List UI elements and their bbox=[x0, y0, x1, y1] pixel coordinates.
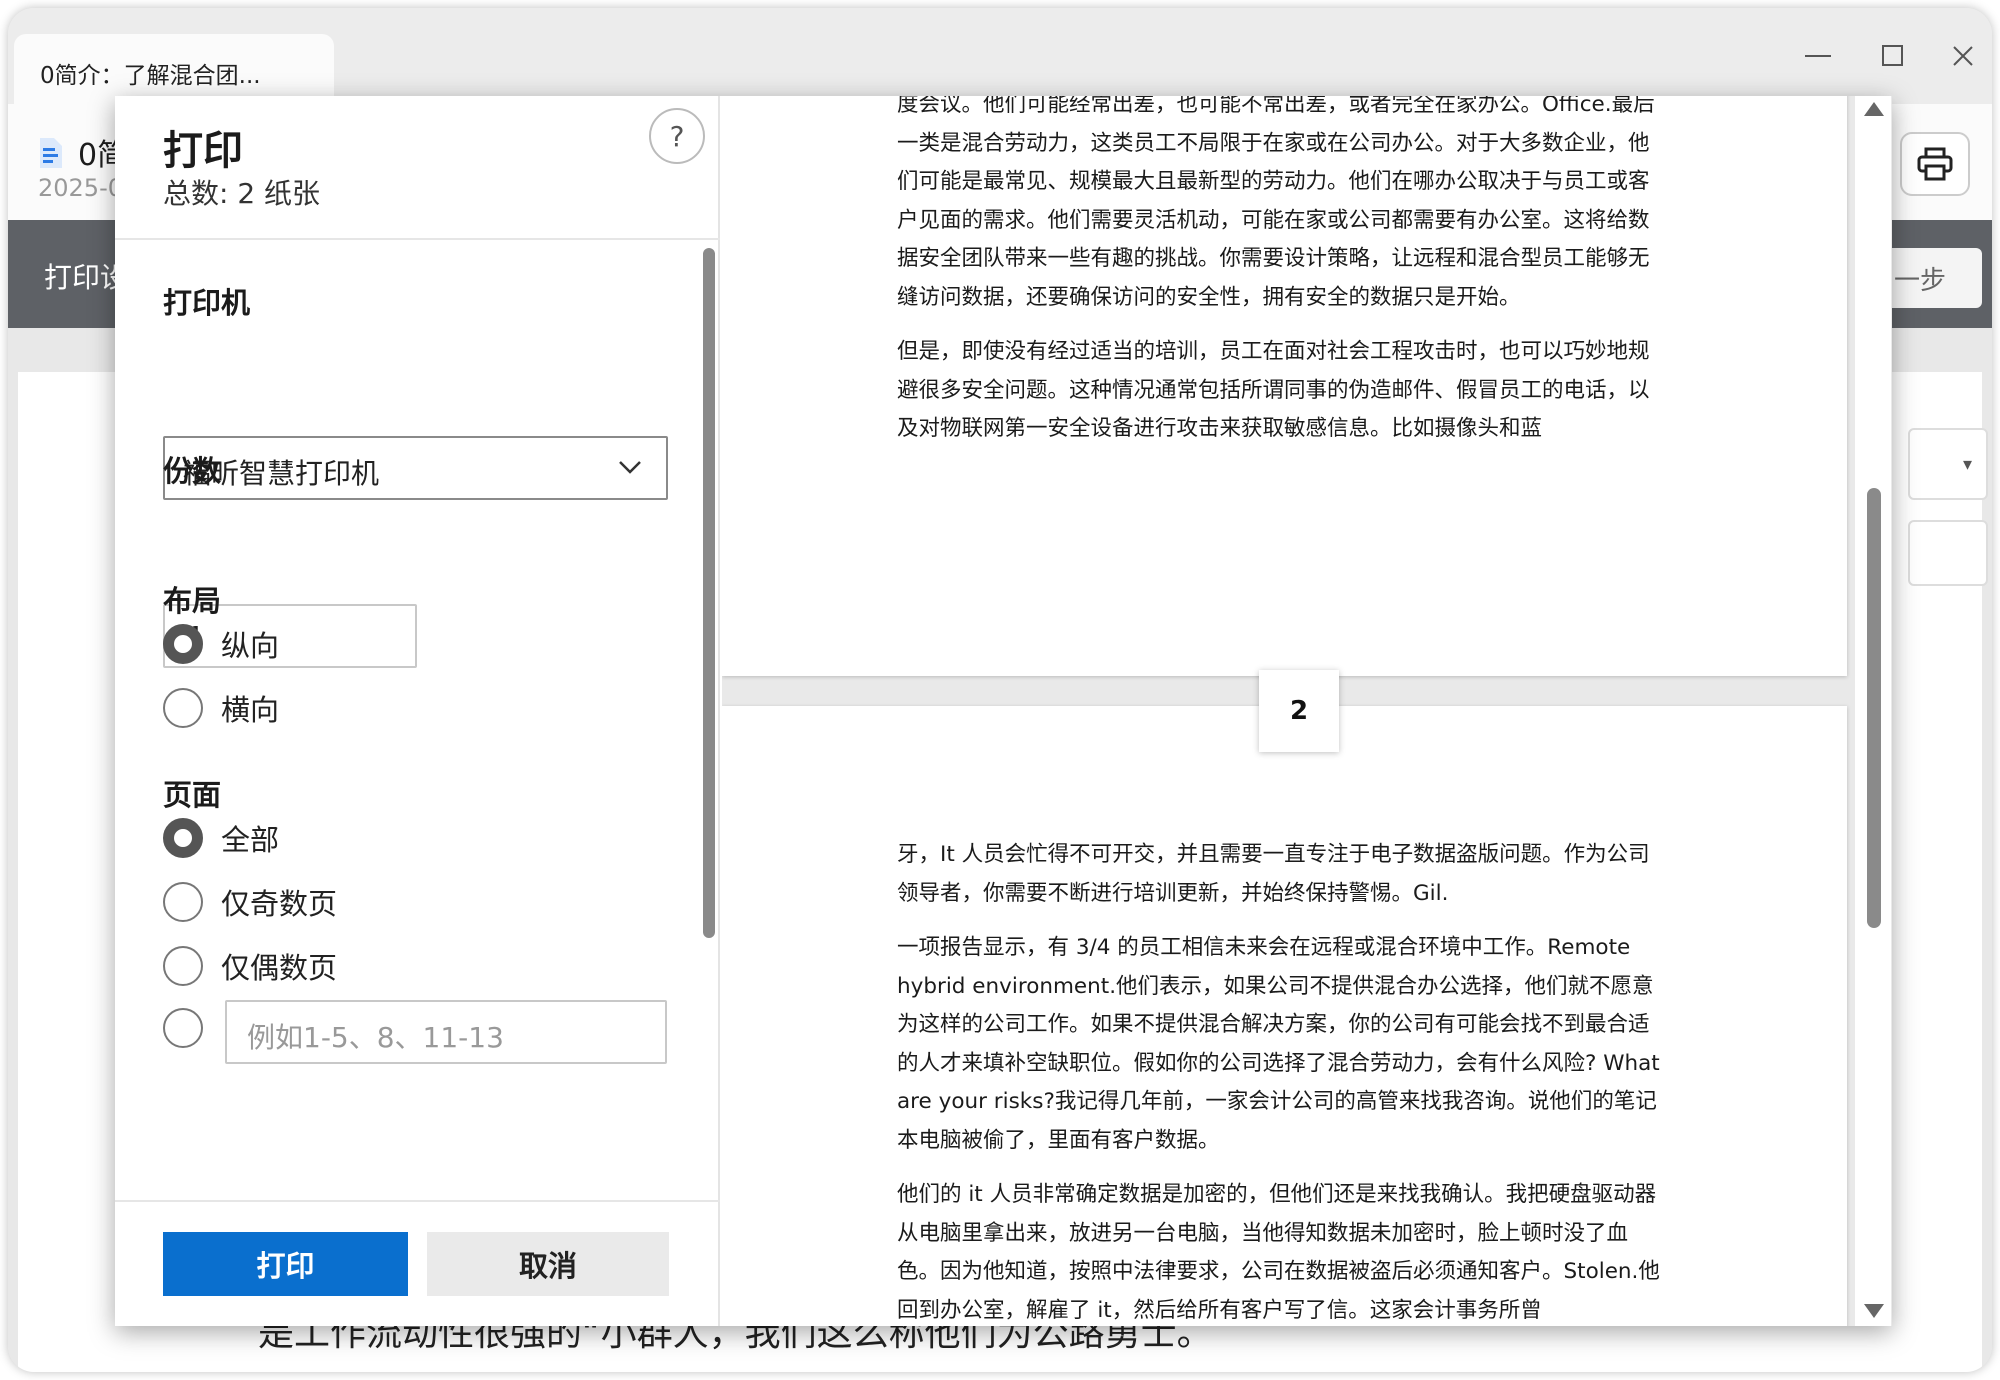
settings-scrollbar[interactable] bbox=[703, 248, 715, 938]
paragraph: 但是，即使没有经过适当的培训，员工在面对社会工程攻击时，也可以巧妙地规避很多安全… bbox=[897, 339, 1650, 441]
tab-strip: 0简介：了解混合团... bbox=[8, 8, 1992, 104]
background-input[interactable] bbox=[1908, 520, 1988, 586]
pages-custom-option[interactable] bbox=[163, 1006, 203, 1050]
printer-select[interactable]: 福昕智慧打印机 bbox=[163, 436, 668, 500]
paragraph: 他们的 it 人员非常确定数据是加密的，但他们还是来找我确认。我把硬盘驱动器从电… bbox=[897, 1182, 1660, 1323]
chevron-down-icon bbox=[619, 461, 641, 474]
radio-label: 纵向 bbox=[221, 629, 280, 663]
radio-label: 全部 bbox=[221, 823, 280, 857]
radio-button[interactable] bbox=[163, 946, 203, 986]
footer-divider bbox=[115, 1200, 720, 1202]
radio-button[interactable] bbox=[163, 624, 203, 664]
radio-button[interactable] bbox=[163, 1008, 203, 1048]
page-text: 牙，It 人员会忙得不可开交，并且需要一直专注于电子数据盗版问题。作为公司领导者… bbox=[897, 836, 1667, 1326]
radio-button[interactable] bbox=[163, 688, 203, 728]
minimize-icon[interactable] bbox=[1788, 32, 1848, 80]
header-print-button[interactable] bbox=[1900, 132, 1970, 196]
printer-icon bbox=[1917, 147, 1953, 181]
print-settings-panel: 打印 总数: 2 纸张 ? 打印机 福昕智慧打印机 份数 1 布局 纵向 横向 bbox=[115, 96, 720, 1326]
preview-scrollbar-thumb[interactable] bbox=[1867, 488, 1881, 928]
printer-label: 打印机 bbox=[163, 286, 251, 320]
layout-landscape-option[interactable]: 横向 bbox=[163, 686, 279, 730]
copies-label: 份数 bbox=[163, 454, 222, 488]
help-button[interactable]: ? bbox=[649, 108, 705, 164]
radio-button[interactable] bbox=[163, 818, 203, 858]
radio-label: 仅奇数页 bbox=[221, 887, 338, 921]
close-icon[interactable] bbox=[1933, 32, 1992, 80]
preview-page: 度会议。他们可能经常出差，也可能不常出差，或者完全在家办公。Office.最后一… bbox=[722, 96, 1847, 676]
page-range-input[interactable]: 例如1-5、8、11-13 bbox=[225, 1000, 667, 1064]
cancel-button[interactable]: 取消 bbox=[427, 1232, 669, 1296]
pages-odd-option[interactable]: 仅奇数页 bbox=[163, 880, 337, 924]
page-text: 度会议。他们可能经常出差，也可能不常出差，或者完全在家办公。Office.最后一… bbox=[897, 96, 1667, 465]
layout-label: 布局 bbox=[163, 584, 222, 618]
preview-page: 牙，It 人员会忙得不可开交，并且需要一直专注于电子数据盗版问题。作为公司领导者… bbox=[722, 706, 1847, 1326]
pages-even-option[interactable]: 仅偶数页 bbox=[163, 944, 337, 988]
paragraph: 一项报告显示，有 3/4 的员工相信未来会在远程或混合环境中工作。Remote … bbox=[897, 935, 1660, 1153]
layout-portrait-option[interactable]: 纵向 bbox=[163, 622, 279, 666]
document-icon bbox=[40, 138, 62, 168]
paragraph: 度会议。他们可能经常出差，也可能不常出差，或者完全在家办公。Office.最后一… bbox=[897, 96, 1655, 310]
background-dropdown[interactable]: ▾ bbox=[1908, 428, 1988, 500]
scroll-down-icon[interactable] bbox=[1864, 1304, 1884, 1318]
pages-label: 页面 bbox=[163, 778, 222, 812]
sheet-count: 总数: 2 纸张 bbox=[163, 177, 321, 210]
paragraph: 牙，It 人员会忙得不可开交，并且需要一直专注于电子数据盗版问题。作为公司领导者… bbox=[897, 842, 1650, 906]
scroll-up-icon[interactable] bbox=[1864, 102, 1884, 116]
document-tab[interactable]: 0简介：了解混合团... bbox=[14, 34, 334, 104]
page-number-badge: 2 bbox=[1259, 670, 1339, 752]
pages-all-option[interactable]: 全部 bbox=[163, 816, 279, 860]
radio-button[interactable] bbox=[163, 882, 203, 922]
print-button[interactable]: 打印 bbox=[163, 1232, 408, 1296]
radio-label: 仅偶数页 bbox=[221, 951, 338, 985]
print-dialog: 打印 总数: 2 纸张 ? 打印机 福昕智慧打印机 份数 1 布局 纵向 横向 bbox=[115, 96, 1892, 1326]
settings-scroll-area: 打印机 福昕智慧打印机 份数 1 布局 纵向 横向 页面 全部 bbox=[115, 240, 720, 1200]
radio-label: 横向 bbox=[221, 693, 280, 727]
document-date: 2025-0 bbox=[38, 174, 124, 202]
maximize-icon[interactable] bbox=[1863, 32, 1923, 80]
dialog-title: 打印 bbox=[163, 128, 243, 174]
